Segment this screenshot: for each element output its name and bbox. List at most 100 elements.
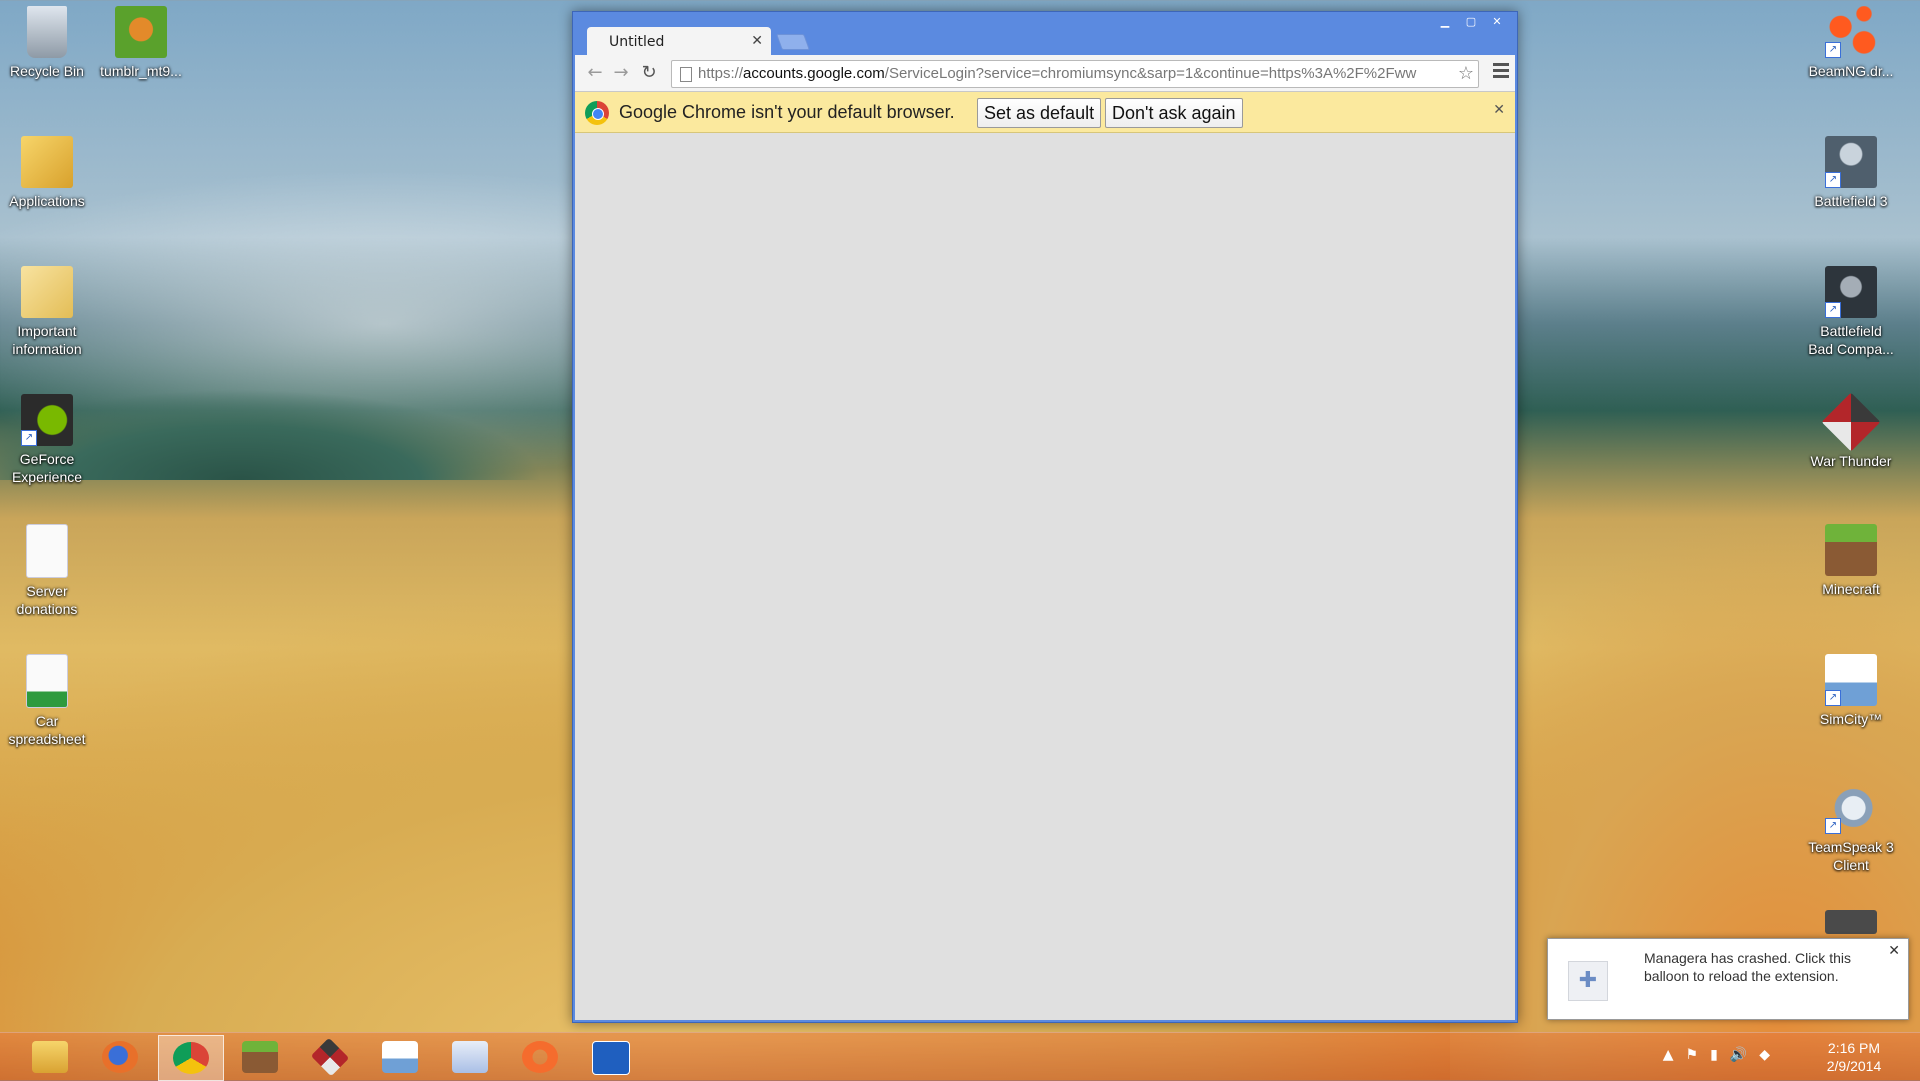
- desktop-icon-geforce-experience[interactable]: ↗ GeForce Experience: [2, 394, 92, 486]
- simcity-icon: ↗: [1825, 654, 1877, 706]
- action-center-flag-icon[interactable]: ⚑: [1686, 1047, 1699, 1063]
- taskbar-chrome[interactable]: [158, 1035, 224, 1081]
- desktop-icon-war-thunder[interactable]: War Thunder: [1806, 392, 1896, 470]
- default-browser-infobar: Google Chrome isn't your default browser…: [575, 92, 1515, 133]
- taskbar-paint[interactable]: [578, 1035, 642, 1079]
- chrome-menu-icon[interactable]: [1493, 63, 1509, 83]
- puzzle-piece-icon: ✚: [1568, 961, 1608, 1001]
- taskbar-file-explorer[interactable]: [18, 1035, 82, 1079]
- desktop-icon-label: TeamSpeak 3 Client: [1808, 839, 1894, 873]
- desktop-icon-label: Battlefield Bad Compa...: [1808, 323, 1894, 357]
- desktop-icon-label: Applications: [9, 193, 85, 209]
- folder-icon: [21, 266, 73, 318]
- desktop-icon-simcity[interactable]: ↗ SimCity™: [1806, 654, 1896, 728]
- dont-ask-again-button[interactable]: Don't ask again: [1105, 98, 1243, 128]
- volume-icon[interactable]: 🔊: [1730, 1047, 1747, 1063]
- desktop-icon-label: SimCity™: [1819, 711, 1883, 727]
- tab-title: Untitled: [609, 34, 665, 50]
- battlefield-bad-company-icon: ↗: [1825, 266, 1877, 318]
- taskbar-firefox[interactable]: [88, 1035, 152, 1079]
- tab-close-icon[interactable]: ✕: [751, 33, 763, 49]
- shortcut-arrow-icon: ↗: [1825, 172, 1841, 188]
- address-bar[interactable]: https://accounts.google.com/ServiceLogin…: [671, 60, 1479, 88]
- shortcut-arrow-icon: ↗: [1825, 302, 1841, 318]
- page-icon: [680, 67, 692, 82]
- address-url: https://accounts.google.com/ServiceLogin…: [698, 61, 1446, 87]
- desktop-icon-car-spreadsheet[interactable]: Car spreadsheet: [2, 654, 92, 748]
- clock-time: 2:16 PM: [1827, 1040, 1881, 1056]
- taskbar-wordpad[interactable]: [438, 1035, 502, 1079]
- url-rest: /ServiceLogin?service=chromiumsync&sarp=…: [884, 65, 1417, 82]
- network-signal-icon[interactable]: ▮: [1710, 1047, 1718, 1063]
- infobar-message: Google Chrome isn't your default browser…: [619, 102, 955, 122]
- shortcut-arrow-icon: ↗: [1825, 818, 1841, 834]
- paint-icon: [592, 1041, 630, 1075]
- clock-date: 2/9/2014: [1826, 1058, 1882, 1074]
- taskbar-clock[interactable]: 2:16 PM 2/9/2014: [1814, 1039, 1894, 1075]
- desktop-icon-minecraft[interactable]: Minecraft: [1806, 524, 1896, 598]
- chrome-window: ▁ ▢ ✕ Untitled ✕ ← → ↻ https://accounts.…: [572, 11, 1518, 1023]
- chrome-logo-icon: [585, 101, 609, 125]
- taskbar-minecraft[interactable]: [228, 1035, 292, 1079]
- folder-icon: [32, 1041, 68, 1073]
- desktop-icon-tumblr-image[interactable]: tumblr_mt9...: [96, 6, 186, 80]
- browser-tab[interactable]: Untitled ✕: [587, 27, 771, 55]
- simcity-icon: [382, 1041, 418, 1073]
- maximize-icon[interactable]: ▢: [1459, 14, 1483, 30]
- desktop-icon-label: BeamNG.dr...: [1808, 63, 1894, 79]
- shortcut-arrow-icon: ↗: [1825, 690, 1841, 706]
- war-thunder-icon: [1821, 392, 1881, 452]
- desktop-icon-important-information[interactable]: Important information: [2, 266, 92, 358]
- bookmark-star-icon[interactable]: ☆: [1458, 61, 1474, 87]
- desktop-icon-recycle-bin[interactable]: Recycle Bin: [2, 6, 92, 80]
- url-host: accounts.google.com: [743, 65, 885, 82]
- desktop-icon-label: Recycle Bin: [10, 63, 84, 79]
- folder-icon: [21, 136, 73, 188]
- geforce-icon: ↗: [21, 394, 73, 446]
- desktop-icon-teamspeak[interactable]: ↗ TeamSpeak 3 Client: [1806, 782, 1896, 874]
- back-arrow-icon[interactable]: ←: [583, 61, 607, 85]
- image-file-icon: [115, 6, 167, 58]
- firefox-icon: [102, 1041, 138, 1073]
- desktop-icon-applications[interactable]: Applications: [2, 136, 92, 210]
- war-thunder-icon: [310, 1037, 350, 1077]
- chrome-icon: [173, 1042, 209, 1074]
- reload-icon[interactable]: ↻: [637, 61, 661, 85]
- forward-arrow-icon[interactable]: →: [609, 61, 633, 85]
- desktop-icon-beamng[interactable]: ↗ BeamNG.dr...: [1806, 6, 1896, 80]
- show-hidden-icons-icon[interactable]: ▲: [1663, 1047, 1674, 1063]
- minecraft-icon: [1825, 524, 1877, 576]
- beamng-icon: ↗: [1825, 6, 1877, 58]
- desktop-icon-label: War Thunder: [1810, 453, 1892, 469]
- battlefield-3-icon: ↗: [1825, 136, 1877, 188]
- desktop-icon-label: Important information: [12, 323, 82, 357]
- page-content-area[interactable]: [575, 133, 1515, 1020]
- shortcut-arrow-icon: ↗: [21, 430, 37, 446]
- taskbar: ▲ ⚑ ▮ 🔊 ◆ 2:16 PM 2/9/2014: [0, 1032, 1920, 1081]
- balloon-message: Managera has crashed. Click this balloon…: [1644, 950, 1851, 984]
- infobar-close-icon[interactable]: ✕: [1493, 102, 1505, 118]
- set-as-default-button[interactable]: Set as default: [977, 98, 1102, 128]
- desktop-icon-label: GeForce Experience: [11, 451, 83, 485]
- close-icon[interactable]: ✕: [1485, 14, 1509, 30]
- desktop-icon-label: Server donations: [16, 583, 78, 617]
- desktop-icon-camera-app[interactable]: [1806, 910, 1896, 938]
- browser-toolbar: ← → ↻ https://accounts.google.com/Servic…: [575, 55, 1515, 92]
- desktop-icon-label: tumblr_mt9...: [100, 63, 182, 79]
- balloon-close-icon[interactable]: ✕: [1888, 943, 1900, 959]
- minimize-icon[interactable]: ▁: [1433, 14, 1457, 30]
- taskbar-origin[interactable]: [508, 1035, 572, 1079]
- extension-crash-balloon[interactable]: ✚ Managera has crashed. Click this ballo…: [1547, 938, 1909, 1020]
- taskbar-war-thunder[interactable]: [298, 1035, 362, 1079]
- taskbar-simcity[interactable]: [368, 1035, 432, 1079]
- wordpad-icon: [452, 1041, 488, 1073]
- dropbox-icon[interactable]: ◆: [1759, 1047, 1770, 1063]
- desktop-icon-battlefield-3[interactable]: ↗ Battlefield 3: [1806, 136, 1896, 210]
- new-tab-button[interactable]: [776, 34, 810, 50]
- origin-icon: [522, 1041, 558, 1073]
- shortcut-arrow-icon: ↗: [1825, 42, 1841, 58]
- desktop-icon-server-donations[interactable]: Server donations: [2, 524, 92, 618]
- desktop-icon-label: Car spreadsheet: [8, 713, 86, 747]
- window-caption-buttons: ▁ ▢ ✕: [1433, 14, 1509, 30]
- desktop-icon-battlefield-bad-company[interactable]: ↗ Battlefield Bad Compa...: [1806, 266, 1896, 358]
